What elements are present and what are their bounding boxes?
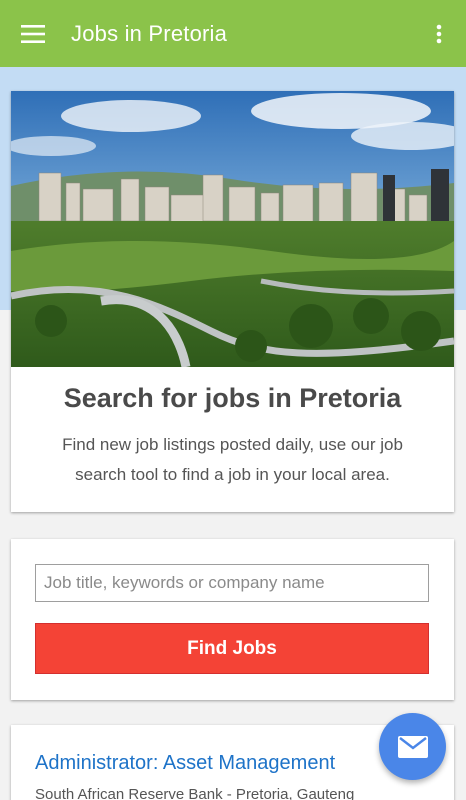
search-card: Find Jobs (11, 539, 454, 700)
city-skyline-image (11, 91, 454, 367)
hero-heading: Search for jobs in Pretoria (63, 383, 402, 413)
app-title: Jobs in Pretoria (71, 20, 228, 46)
app-bar: Jobs in Pretoria (0, 0, 466, 67)
email-icon (397, 735, 428, 758)
intro-card: Search for jobs in Pretoria Find new job… (11, 91, 454, 512)
find-jobs-button[interactable]: Find Jobs (35, 623, 429, 674)
more-vert-icon (436, 24, 442, 43)
job-search-input[interactable] (35, 564, 429, 602)
menu-button[interactable] (0, 0, 66, 67)
job-company-location: South African Reserve Bank - Pretoria, G… (35, 786, 355, 800)
job-title-link[interactable]: Administrator: Asset Management (35, 752, 335, 775)
overflow-menu-button[interactable] (424, 0, 454, 67)
email-alert-button[interactable] (379, 713, 446, 780)
hero-description: Find new job listings posted daily, use … (62, 435, 403, 484)
hamburger-menu-icon (21, 24, 45, 43)
